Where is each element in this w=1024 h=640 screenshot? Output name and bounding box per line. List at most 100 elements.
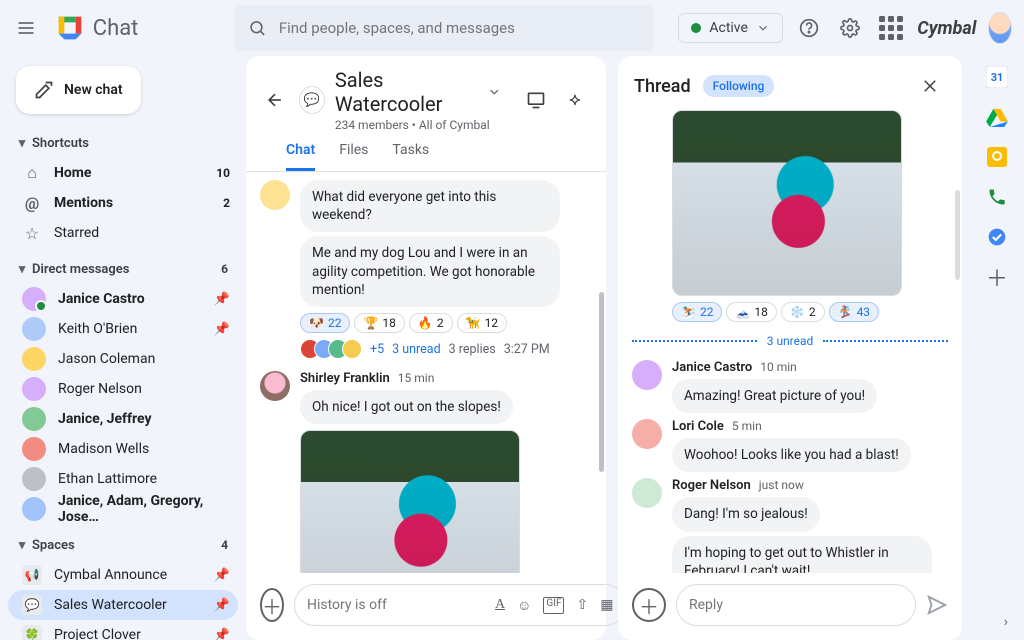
present-icon	[526, 90, 546, 110]
dm-item[interactable]: Jason Coleman	[8, 344, 238, 374]
message-bubble: I'm hoping to get out to Whistler in Feb…	[672, 536, 932, 573]
settings-button[interactable]	[836, 8, 865, 48]
calendar-app-icon[interactable]: 31	[986, 66, 1008, 88]
send-button[interactable]	[926, 594, 948, 616]
svg-text:31: 31	[991, 71, 1004, 84]
format-icon[interactable]: A	[495, 597, 505, 614]
nav-home-count: 10	[216, 166, 230, 180]
tab-files[interactable]: Files	[339, 142, 368, 171]
dm-item[interactable]: Janice, Adam, Gregory, Jose…	[8, 494, 238, 524]
at-icon: @	[22, 193, 42, 213]
back-button[interactable]	[260, 84, 289, 116]
reaction-chip[interactable]: 🏂43	[829, 302, 879, 322]
avatar	[632, 360, 662, 390]
space-name: Cymbal Announce	[54, 567, 167, 583]
side-app-rail: 31 ＋	[972, 56, 1022, 640]
space-item[interactable]: 🍀Project Clover📌	[8, 620, 238, 640]
dm-name: Roger Nelson	[58, 381, 142, 397]
dm-item[interactable]: Roger Nelson	[8, 374, 238, 404]
dm-item[interactable]: Ethan Lattimore	[8, 464, 238, 494]
account-avatar[interactable]	[988, 12, 1012, 44]
collapse-rail-button[interactable]: ›	[1004, 614, 1008, 630]
main-menu-button[interactable]	[12, 8, 41, 48]
dm-name: Jason Coleman	[58, 351, 155, 367]
message-bubble: Amazing! Great picture of you!	[672, 379, 877, 413]
add-attachment-button[interactable]: ＋	[260, 588, 284, 622]
dm-count: 6	[221, 262, 228, 276]
top-bar: Chat Active Cymbal	[0, 0, 1024, 56]
close-thread-button[interactable]	[914, 70, 946, 102]
space-icon: 📢	[22, 565, 42, 585]
space-icon: 💬	[22, 595, 42, 615]
chevron-down-icon: ▾	[12, 538, 32, 553]
thread-replies: 3 replies	[449, 342, 496, 357]
thread-reply: Roger Nelsonjust nowDang! I'm so jealous…	[632, 478, 948, 573]
nav-home[interactable]: ⌂ Home 10	[8, 158, 238, 188]
message-input[interactable]	[307, 597, 485, 613]
message-avatar	[260, 371, 290, 401]
sender-name: Shirley Franklin	[300, 371, 390, 386]
dm-item[interactable]: Madison Wells	[8, 434, 238, 464]
summarize-button[interactable]	[561, 84, 590, 116]
nav-mentions[interactable]: @ Mentions 2	[8, 188, 238, 218]
dm-item[interactable]: Janice, Jeffrey	[8, 404, 238, 434]
reaction-chip[interactable]: ❄️2	[781, 302, 825, 322]
dm-name: Keith O'Brien	[58, 321, 137, 337]
tab-chat[interactable]: Chat	[286, 142, 315, 171]
reply-composer[interactable]	[676, 584, 916, 626]
scrollbar[interactable]	[955, 190, 960, 280]
nav-starred-label: Starred	[54, 225, 99, 241]
shortcuts-section-toggle[interactable]: ▾ Shortcuts	[8, 128, 238, 158]
dm-item[interactable]: Keith O'Brien📌	[8, 314, 238, 344]
new-chat-button[interactable]: New chat	[16, 66, 141, 114]
space-item[interactable]: 💬Sales Watercooler📌	[8, 590, 238, 620]
search-input[interactable]	[279, 19, 641, 37]
present-button[interactable]	[522, 84, 551, 116]
tab-tasks[interactable]: Tasks	[392, 142, 429, 171]
gif-icon[interactable]: GIF	[543, 597, 564, 614]
thread-time: 3:27 PM	[504, 342, 550, 357]
nav-starred[interactable]: ☆ Starred	[8, 218, 238, 248]
message-composer[interactable]: A ☺ GIF ⇧ ▦	[294, 584, 626, 626]
reaction-chip[interactable]: ⛷️22	[672, 302, 722, 322]
space-item[interactable]: 📢Cymbal Announce📌	[8, 560, 238, 590]
dm-section-toggle[interactable]: ▾ Direct messages 6	[8, 254, 238, 284]
upload-icon[interactable]: ⇧	[576, 597, 588, 614]
reaction-chip[interactable]: 🦮12	[457, 313, 507, 333]
presence-selector[interactable]: Active	[678, 13, 783, 43]
reaction-chip[interactable]: 🐶22	[300, 313, 350, 333]
thread-unread-link[interactable]: 3 unread	[392, 342, 441, 357]
space-icon: 🍀	[22, 625, 42, 640]
drive-app-icon[interactable]	[986, 106, 1008, 128]
reply-input[interactable]	[689, 597, 903, 613]
reaction-chip[interactable]: 🏆18	[354, 313, 404, 333]
add-attachment-button[interactable]: ＋	[632, 588, 666, 622]
dm-name: Janice, Adam, Gregory, Jose…	[58, 493, 230, 525]
new-chat-label: New chat	[64, 82, 123, 98]
tasks-app-icon[interactable]	[986, 226, 1008, 248]
image-attachment[interactable]	[672, 110, 902, 296]
chevron-down-icon	[756, 21, 770, 35]
reaction-chip[interactable]: 🗻18	[726, 302, 776, 322]
message-bubble: Oh nice! I got out on the slopes!	[300, 390, 513, 424]
spaces-section-toggle[interactable]: ▾ Spaces 4	[8, 530, 238, 560]
app-logo[interactable]: Chat	[53, 11, 139, 45]
keep-app-icon[interactable]	[986, 146, 1008, 168]
search-box[interactable]	[234, 5, 654, 51]
apps-grid-icon	[879, 16, 903, 40]
more-repliers[interactable]: +5	[370, 342, 384, 357]
search-icon	[248, 18, 266, 38]
apps-launcher-button[interactable]	[876, 8, 905, 48]
scrollbar[interactable]	[599, 292, 604, 472]
help-button[interactable]	[795, 8, 824, 48]
chevron-down-icon[interactable]	[487, 84, 502, 100]
following-pill[interactable]: Following	[703, 75, 775, 97]
video-icon[interactable]: ▦	[600, 597, 613, 614]
emoji-icon[interactable]: ☺	[517, 597, 531, 614]
reaction-chip[interactable]: 🔥2	[409, 313, 453, 333]
image-attachment[interactable]	[300, 430, 520, 573]
add-app-icon[interactable]: ＋	[986, 266, 1008, 288]
message-bubble: What did everyone get into this weekend?	[300, 180, 560, 232]
voice-app-icon[interactable]	[986, 186, 1008, 208]
dm-item[interactable]: Janice Castro📌	[8, 284, 238, 314]
